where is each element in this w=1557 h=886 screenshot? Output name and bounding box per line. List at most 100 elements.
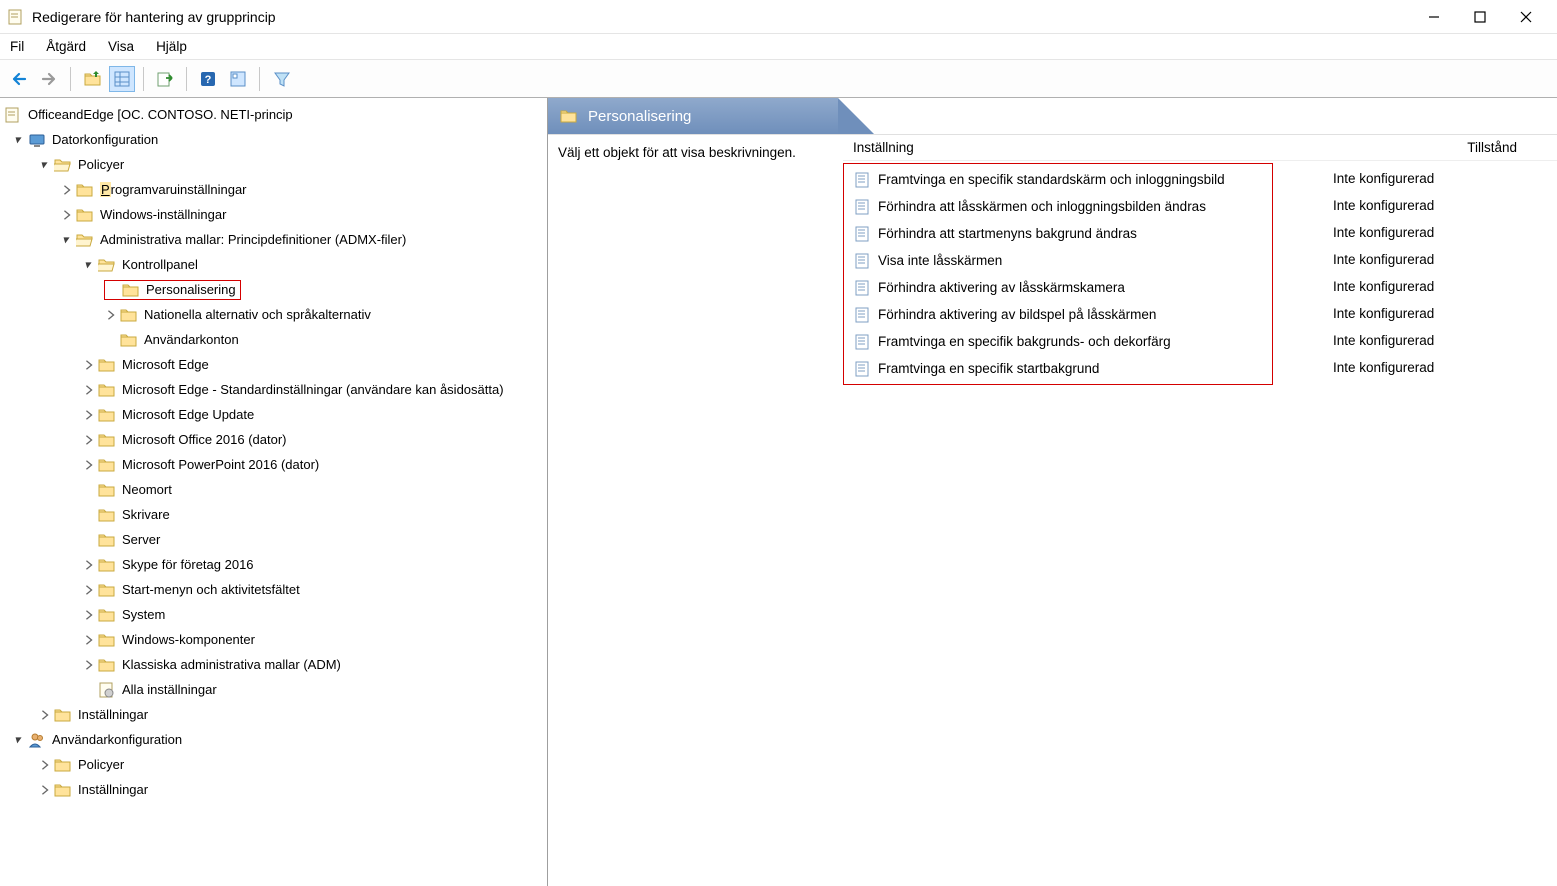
setting-state: Inte konfigurerad — [1333, 273, 1434, 300]
twisty-open-icon[interactable] — [82, 258, 96, 272]
up-folder-button[interactable] — [79, 66, 105, 92]
policy-icon — [854, 280, 870, 296]
export-list-button[interactable] — [152, 66, 178, 92]
tree-computer-config[interactable]: Datorkonfiguration — [0, 127, 547, 152]
tree-office2016[interactable]: Microsoft Office 2016 (dator) — [0, 427, 547, 452]
setting-item[interactable]: Förhindra att låsskärmen och inloggnings… — [844, 193, 1272, 220]
tree-neomort[interactable]: Neomort — [0, 477, 547, 502]
tree-start-taskbar[interactable]: Start-menyn och aktivitetsfältet — [0, 577, 547, 602]
tree-edge-update[interactable]: Microsoft Edge Update — [0, 402, 547, 427]
twisty-closed-icon[interactable] — [82, 608, 96, 622]
folder-icon — [98, 557, 116, 573]
tree-all-settings[interactable]: Alla inställningar — [0, 677, 547, 702]
maximize-button[interactable] — [1457, 2, 1503, 32]
tree-printers[interactable]: Skrivare — [0, 502, 547, 527]
menu-action[interactable]: Åtgärd — [46, 39, 86, 54]
tree-system[interactable]: System — [0, 602, 547, 627]
menu-view[interactable]: Visa — [108, 39, 134, 54]
twisty-closed-icon[interactable] — [38, 783, 52, 797]
twisty-closed-icon[interactable] — [82, 558, 96, 572]
twisty-closed-icon[interactable] — [82, 633, 96, 647]
setting-label: Förhindra aktivering av bildspel på låss… — [878, 307, 1156, 322]
folder-icon — [98, 407, 116, 423]
policy-icon — [854, 172, 870, 188]
col-state[interactable]: Tillstånd — [1467, 140, 1557, 155]
setting-item[interactable]: Visa inte låsskärmen — [844, 247, 1272, 274]
gpedit-icon — [4, 107, 22, 123]
twisty-open-icon[interactable] — [38, 158, 52, 172]
setting-item[interactable]: Förhindra aktivering av bildspel på låss… — [844, 301, 1272, 328]
back-button[interactable] — [6, 66, 32, 92]
tree-edge[interactable]: Microsoft Edge — [0, 352, 547, 377]
folder-icon — [98, 607, 116, 623]
twisty-closed-icon[interactable] — [60, 208, 74, 222]
twisty-closed-icon[interactable] — [82, 358, 96, 372]
title-bar: Redigerare för hantering av grupprincip — [0, 0, 1557, 34]
twisty-open-icon[interactable] — [60, 233, 74, 247]
filter-button[interactable] — [268, 66, 294, 92]
twisty-closed-icon[interactable] — [38, 758, 52, 772]
folder-icon — [120, 332, 138, 348]
tree-pane[interactable]: OfficeandEdge [OC. CONTOSO. NETI-princip… — [0, 98, 548, 886]
tree-skype[interactable]: Skype för företag 2016 — [0, 552, 547, 577]
tree-server[interactable]: Server — [0, 527, 547, 552]
tree-control-panel[interactable]: Kontrollpanel — [0, 252, 547, 277]
tree-windows-components[interactable]: Windows-komponenter — [0, 627, 547, 652]
tree-user-config[interactable]: Användarkonfiguration — [0, 727, 547, 752]
tree-classic-adm[interactable]: Klassiska administrativa mallar (ADM) — [0, 652, 547, 677]
twisty-closed-icon[interactable] — [82, 433, 96, 447]
twisty-closed-icon[interactable] — [82, 408, 96, 422]
twisty-open-icon[interactable] — [12, 733, 26, 747]
setting-item[interactable]: Förhindra aktivering av låsskärmskamera — [844, 274, 1272, 301]
close-button[interactable] — [1503, 2, 1549, 32]
settings-list: Framtvinga en specifik standardskärm och… — [843, 163, 1273, 385]
column-headers[interactable]: Inställning Tillstånd — [843, 135, 1557, 161]
tree-software-settings[interactable]: Programvaruinställningar — [0, 177, 547, 202]
folder-icon — [98, 432, 116, 448]
setting-item[interactable]: Framtvinga en specifik standardskärm och… — [844, 166, 1272, 193]
setting-state: Inte konfigurerad — [1333, 219, 1434, 246]
tree-regional-lang[interactable]: Nationella alternativ och språkalternati… — [0, 302, 547, 327]
tree-user-preferences[interactable]: Inställningar — [0, 777, 547, 802]
setting-label: Framtvinga en specifik standardskärm och… — [878, 172, 1225, 187]
setting-item[interactable]: Framtvinga en specifik startbakgrund — [844, 355, 1272, 382]
tree-windows-settings[interactable]: Windows-inställningar — [0, 202, 547, 227]
twisty-closed-icon[interactable] — [60, 183, 74, 197]
twisty-closed-icon[interactable] — [104, 308, 118, 322]
computer-icon — [28, 132, 46, 148]
folder-open-icon — [76, 232, 94, 248]
properties-button[interactable] — [225, 66, 251, 92]
tree-personalization[interactable]: Personalisering — [0, 277, 547, 302]
users-icon — [28, 732, 46, 748]
details-header: Personalisering — [548, 98, 838, 134]
tree-user-accounts[interactable]: Användarkonton — [0, 327, 547, 352]
help-button[interactable] — [195, 66, 221, 92]
tree-root[interactable]: OfficeandEdge [OC. CONTOSO. NETI-princip — [0, 102, 547, 127]
menu-help[interactable]: Hjälp — [156, 39, 187, 54]
tree-user-policies[interactable]: Policyer — [0, 752, 547, 777]
show-hide-tree-button[interactable] — [109, 66, 135, 92]
minimize-button[interactable] — [1411, 2, 1457, 32]
menu-file[interactable]: Fil — [10, 39, 24, 54]
tree-admin-templates[interactable]: Administrativa mallar: Principdefinition… — [0, 227, 547, 252]
folder-icon — [122, 282, 140, 298]
twisty-closed-icon[interactable] — [82, 458, 96, 472]
forward-button[interactable] — [36, 66, 62, 92]
setting-label: Framtvinga en specifik bakgrunds- och de… — [878, 334, 1171, 349]
tree-preferences[interactable]: Inställningar — [0, 702, 547, 727]
twisty-closed-icon[interactable] — [38, 708, 52, 722]
menu-bar: Fil Åtgärd Visa Hjälp — [0, 34, 1557, 60]
twisty-closed-icon[interactable] — [82, 658, 96, 672]
twisty-closed-icon[interactable] — [82, 383, 96, 397]
tree-edge-default[interactable]: Microsoft Edge - Standardinställningar (… — [0, 377, 547, 402]
policy-icon — [854, 253, 870, 269]
tree-policies[interactable]: Policyer — [0, 152, 547, 177]
folder-open-icon — [98, 257, 116, 273]
twisty-closed-icon[interactable] — [82, 583, 96, 597]
setting-label: Visa inte låsskärmen — [878, 253, 1002, 268]
twisty-open-icon[interactable] — [12, 133, 26, 147]
col-setting[interactable]: Inställning — [843, 140, 1323, 155]
setting-item[interactable]: Förhindra att startmenyns bakgrund ändra… — [844, 220, 1272, 247]
tree-powerpoint2016[interactable]: Microsoft PowerPoint 2016 (dator) — [0, 452, 547, 477]
setting-item[interactable]: Framtvinga en specifik bakgrunds- och de… — [844, 328, 1272, 355]
